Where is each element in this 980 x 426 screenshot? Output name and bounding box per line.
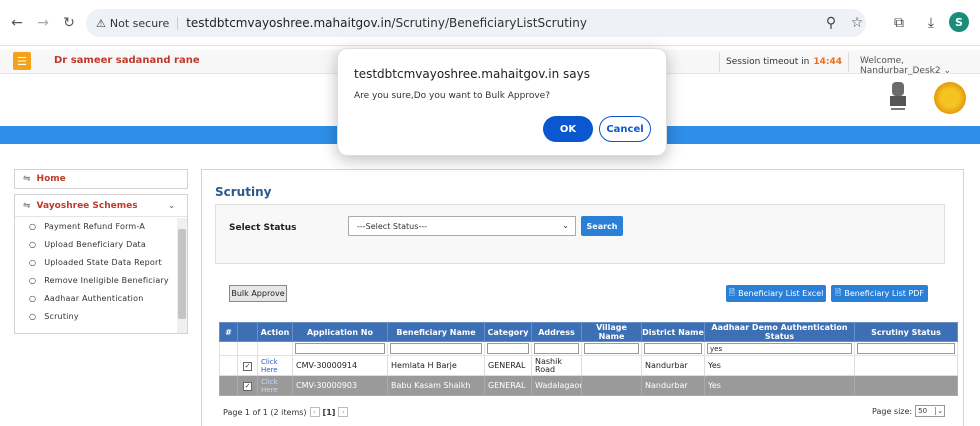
filter-input[interactable]: [390, 343, 482, 354]
filter-panel: [215, 204, 945, 264]
grid-filter-row: yes: [219, 341, 958, 356]
col-header[interactable]: [237, 322, 258, 342]
circle-icon: ○: [29, 275, 37, 285]
status-filter-label: Select Status: [229, 223, 297, 233]
table-row[interactable]: ✓ Click Here CMV-30000914 Hemlata H Barj…: [219, 355, 958, 376]
grid-header-row: # Action Application No Beneficiary Name…: [219, 322, 958, 342]
table-row-selected[interactable]: ✓ Click Here CMV-30000903 Babu Kasam Sha…: [219, 375, 958, 396]
link-icon: ⇋: [23, 174, 31, 184]
menu-hamburger-icon[interactable]: ☰: [13, 52, 31, 70]
confirm-dialog: testdbtcmvayoshree.mahaitgov.in says Are…: [337, 48, 667, 156]
sidebar-menu: ⇋ Vayoshree Schemes ⌄ ○ Payment Refund Fo…: [14, 194, 188, 334]
filter-input[interactable]: [487, 343, 529, 354]
file-icon: 🗎: [728, 287, 736, 297]
circle-icon: ○: [29, 311, 37, 321]
beneficiary-pdf-button[interactable]: 🗎 Beneficiary List PDF: [831, 285, 928, 302]
back-arrow-icon[interactable]: ←: [6, 12, 28, 34]
extensions-icon[interactable]: ⧉: [888, 12, 910, 34]
sidebar-group-vayoshree[interactable]: ⇋ Vayoshree Schemes ⌄: [15, 195, 187, 217]
welcome-user-menu[interactable]: Welcome, Nandurbar_Desk2 ⌄: [860, 56, 980, 76]
reload-icon[interactable]: ↻: [58, 12, 80, 34]
col-header[interactable]: #: [219, 322, 238, 342]
dialog-title: testdbtcmvayoshree.mahaitgov.in says: [354, 67, 590, 81]
col-header[interactable]: Category: [484, 322, 532, 342]
col-header[interactable]: Scrutiny Status: [854, 322, 958, 342]
sidebar-home[interactable]: ⇋ Home: [14, 169, 188, 189]
circle-icon: ○: [29, 293, 37, 303]
session-timer: Session timeout in 14:44: [719, 52, 849, 72]
prev-page-icon[interactable]: ‹: [309, 407, 320, 417]
sidebar-scroll-thumb[interactable]: [178, 229, 186, 319]
bookmark-star-icon[interactable]: ☆: [846, 12, 868, 34]
circle-icon: ○: [29, 257, 37, 267]
col-header[interactable]: District Name: [641, 322, 705, 342]
click-here-link[interactable]: Click Here: [261, 358, 289, 374]
status-select[interactable]: ---Select Status--- ⌄: [348, 216, 576, 236]
sidebar-item-upload-beneficiary[interactable]: ○ Upload Beneficiary Data: [15, 235, 187, 253]
col-header[interactable]: Address: [531, 322, 582, 342]
ok-button[interactable]: OK: [543, 116, 593, 142]
warning-icon: ⚠: [96, 16, 106, 30]
grid-pager: Page 1 of 1 (2 items) ‹ [1] ›: [223, 407, 349, 417]
col-header[interactable]: Action: [257, 322, 293, 342]
dialog-message: Are you sure,Do you want to Bulk Approve…: [354, 91, 550, 101]
aadhaar-filter-input[interactable]: yes: [707, 343, 852, 354]
col-header[interactable]: Beneficiary Name: [387, 322, 485, 342]
user-name: Dr sameer sadanand rane: [54, 55, 200, 66]
download-icon[interactable]: ⤓: [920, 12, 942, 34]
page-title: Scrutiny: [215, 185, 272, 199]
filter-input[interactable]: [857, 343, 955, 354]
chevron-down-icon: ⌄: [168, 201, 175, 210]
chevron-down-icon: ⌄: [935, 407, 944, 415]
filter-input[interactable]: [295, 343, 385, 354]
sidebar-item-payment-refund[interactable]: ○ Payment Refund Form-A: [15, 217, 187, 235]
sidebar-item-uploaded-state-report[interactable]: ○ Uploaded State Data Report: [15, 253, 187, 271]
search-button[interactable]: Search: [581, 216, 623, 236]
row-checkbox[interactable]: ✓: [243, 381, 252, 391]
filter-input[interactable]: [644, 343, 702, 354]
filter-input[interactable]: [584, 343, 639, 354]
file-icon: 🗎: [834, 287, 842, 297]
beneficiary-excel-button[interactable]: 🗎 Beneficiary List Excel: [726, 285, 826, 302]
circle-icon: ○: [29, 221, 37, 231]
click-here-link[interactable]: Click Here: [261, 378, 289, 394]
col-header[interactable]: Village Name: [581, 322, 642, 342]
chevron-down-icon: ⌄: [562, 221, 569, 230]
sidebar-item-scrutiny[interactable]: ○ Scrutiny: [15, 307, 187, 325]
next-page-icon[interactable]: ›: [338, 407, 349, 417]
current-page[interactable]: [1]: [323, 408, 336, 417]
circle-icon: ○: [29, 239, 37, 249]
row-checkbox[interactable]: ✓: [243, 361, 252, 371]
filter-input[interactable]: [534, 343, 579, 354]
page-size-select[interactable]: 50 ⌄: [915, 405, 946, 417]
browser-toolbar: ← → ↻ ⚠ Not secure testdbtcmvayoshree.ma…: [0, 0, 980, 46]
address-bar[interactable]: ⚠ Not secure testdbtcmvayoshree.mahaitgo…: [86, 9, 866, 37]
page-size-control: Page size: 50 ⌄: [872, 405, 946, 417]
url-text: testdbtcmvayoshree.mahaitgov.in/Scrutiny…: [186, 16, 587, 30]
col-header[interactable]: Aadhaar Demo Authentication Status: [704, 322, 855, 342]
beneficiary-grid: # Action Application No Beneficiary Name…: [219, 322, 958, 396]
cancel-button[interactable]: Cancel: [599, 116, 651, 142]
bulk-approve-button[interactable]: Bulk Approve: [229, 285, 287, 302]
profile-avatar[interactable]: S: [949, 12, 969, 32]
forward-arrow-icon[interactable]: →: [32, 12, 54, 34]
state-emblem-icon: [890, 82, 906, 110]
link-icon: ⇋: [23, 200, 31, 211]
zoom-icon[interactable]: ⚲: [820, 12, 842, 34]
col-header[interactable]: Application No: [292, 322, 388, 342]
maharashtra-seal-icon: [934, 82, 966, 114]
security-indicator[interactable]: ⚠ Not secure: [96, 16, 179, 30]
sidebar-item-aadhaar-auth[interactable]: ○ Aadhaar Authentication: [15, 289, 187, 307]
sidebar-item-remove-ineligible[interactable]: ○ Remove Ineligible Beneficiary: [15, 271, 187, 289]
